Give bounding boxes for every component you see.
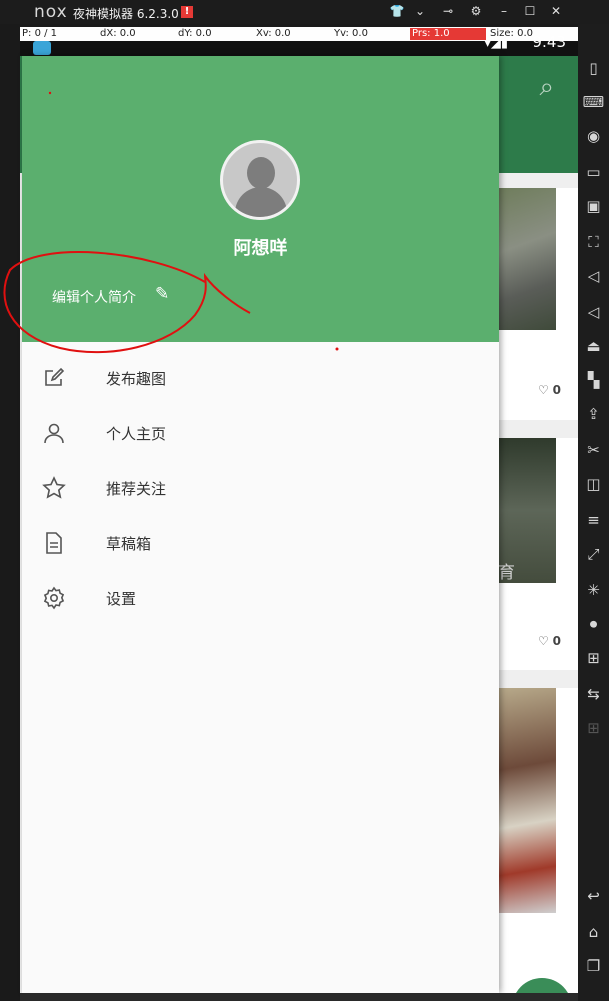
screenshot-icon[interactable]: ▣ [578, 192, 609, 220]
shirt-icon[interactable]: 👕 [389, 4, 405, 18]
debug-dy: dY: 0.0 [178, 28, 212, 39]
keyboard-icon[interactable]: ⌨ [578, 88, 609, 116]
like-count[interactable]: ♡ 0 [538, 383, 561, 397]
add-icon[interactable]: ⊞ [578, 714, 609, 742]
shake-icon[interactable]: ▯ [578, 54, 609, 82]
recents-icon[interactable]: ❐ [578, 952, 609, 980]
menu-label: 发布趣图 [106, 370, 167, 388]
gamepad-icon[interactable]: ⊞ [578, 644, 609, 672]
edit-bio-link[interactable]: 编辑个人简介 [52, 287, 136, 307]
minimize-icon[interactable]: – [496, 4, 512, 18]
loading-icon[interactable]: ✳ [578, 576, 609, 604]
settings-icon[interactable]: ⚙ [468, 4, 484, 18]
debug-yv: Yv: 0.0 [334, 28, 368, 39]
like-count[interactable]: ♡ 0 [538, 634, 561, 648]
location-icon[interactable]: ◉ [578, 122, 609, 150]
avatar-body-shape [235, 187, 287, 217]
menu-item-post[interactable]: 发布趣图 [22, 352, 499, 407]
star-icon [42, 476, 66, 500]
drawer-header: 阿想咩 编辑个人简介 ✎ [22, 56, 499, 342]
resize-icon[interactable]: ⤢ [578, 540, 609, 568]
bottom-strip [20, 993, 578, 1001]
search-icon[interactable]: ⌕ [539, 72, 554, 103]
navigation-drawer: 阿想咩 编辑个人简介 ✎ 发布趣图 个人主页 推荐关注 草稿箱 设置 [22, 56, 499, 993]
toolbar-icon[interactable]: ⏏ [578, 332, 609, 360]
back-icon[interactable]: ↩ [578, 882, 609, 910]
debug-xv: Xv: 0.0 [256, 28, 291, 39]
video-record-icon[interactable]: ⏺ [578, 610, 609, 638]
alert-badge[interactable]: ! [181, 6, 193, 18]
screen-icon[interactable]: ▭ [578, 158, 609, 186]
menu-icon[interactable]: ≡ [578, 506, 609, 534]
status-time: 9:43 [532, 33, 566, 51]
notification-app-icon [33, 41, 51, 55]
multi-instance-icon[interactable]: ◫ [578, 470, 609, 498]
pin-icon[interactable]: ⊸ [440, 4, 456, 18]
chevron-down-icon[interactable]: ⌄ [412, 4, 428, 18]
maximize-icon[interactable]: ☐ [522, 4, 538, 18]
macro-icon[interactable]: ▚ [578, 366, 609, 394]
avatar[interactable] [220, 140, 300, 220]
feed-card[interactable] [498, 688, 578, 993]
fullscreen-icon[interactable]: ⛶ [578, 228, 609, 256]
signal-icon: ▾◢▮ [484, 36, 508, 51]
nox-logo: nox [34, 2, 68, 22]
menu-item-recommended[interactable]: 推荐关注 [22, 462, 499, 517]
edit-square-icon [42, 366, 66, 390]
person-icon [42, 421, 66, 445]
menu-label: 推荐关注 [106, 480, 167, 498]
home-icon[interactable]: ⌂ [578, 918, 609, 946]
apk-install-icon[interactable]: ⇪ [578, 400, 609, 428]
window-title: 夜神模拟器 6.2.3.0 [73, 7, 179, 21]
feed-card-image [498, 688, 556, 913]
menu-item-profile[interactable]: 个人主页 [22, 407, 499, 462]
cut-icon[interactable]: ✂ [578, 436, 609, 464]
android-status-bar: ▾◢▮ 9:43 [20, 33, 578, 56]
feed-card-image [498, 188, 556, 330]
username[interactable]: 阿想咩 [22, 234, 499, 260]
settings-icon [42, 586, 66, 610]
debug-p: P: 0 / 1 [22, 28, 58, 39]
emulator-titlebar: nox 夜神模拟器 6.2.3.0 ! 👕 ⌄ ⊸ ⚙ – ☐ ✕ [0, 0, 609, 24]
close-icon[interactable]: ✕ [548, 4, 564, 18]
volume-down-icon[interactable]: ◁ [578, 298, 609, 326]
sync-icon[interactable]: ⇆ [578, 680, 609, 708]
emulator-sidebar: ▯ ⌨ ◉ ▭ ▣ ⛶ ◁ ◁ ⏏ ▚ ⇪ ✂ ◫ ≡ ⤢ ✳ ⏺ ⊞ ⇆ ⊞ … [578, 24, 609, 1001]
menu-item-drafts[interactable]: 草稿箱 [22, 517, 499, 572]
image-overlay-text: 育 [498, 563, 515, 583]
menu-item-settings[interactable]: 设置 [22, 572, 499, 627]
menu-label: 设置 [106, 590, 137, 608]
debug-prs: Prs: 1.0 [410, 28, 486, 40]
debug-dx: dX: 0.0 [100, 28, 136, 39]
menu-label: 草稿箱 [106, 535, 152, 553]
avatar-head-shape [247, 157, 275, 189]
volume-up-icon[interactable]: ◁ [578, 262, 609, 290]
pencil-icon[interactable]: ✎ [155, 284, 169, 304]
menu-label: 个人主页 [106, 425, 167, 443]
document-icon [42, 531, 66, 555]
